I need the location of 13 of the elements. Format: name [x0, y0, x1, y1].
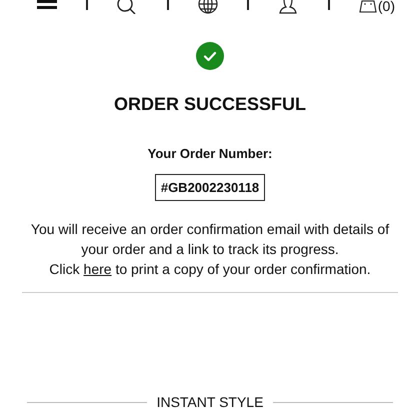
order-number: #GB2002230118 — [154, 174, 266, 201]
section-heading: INSTANT STYLE — [156, 394, 264, 410]
cart-count[interactable]: (0) — [378, 0, 395, 13]
search-icon[interactable] — [117, 0, 138, 14]
globe-icon[interactable] — [198, 0, 218, 14]
order-number-label: Your Order Number: — [148, 146, 272, 162]
confirmation-message: You will receive an order confirmation email with details of your order and a link to track its progress. — [30, 220, 390, 259]
print-note: Click here to print a copy of your order confirmation. — [49, 260, 371, 279]
menu-icon[interactable] — [37, 0, 57, 10]
user-icon[interactable] — [278, 0, 298, 14]
print-link[interactable]: here — [84, 261, 112, 277]
page-title: ORDER SUCCESSFUL — [114, 93, 306, 115]
shopping-bag-icon[interactable] — [358, 0, 377, 13]
